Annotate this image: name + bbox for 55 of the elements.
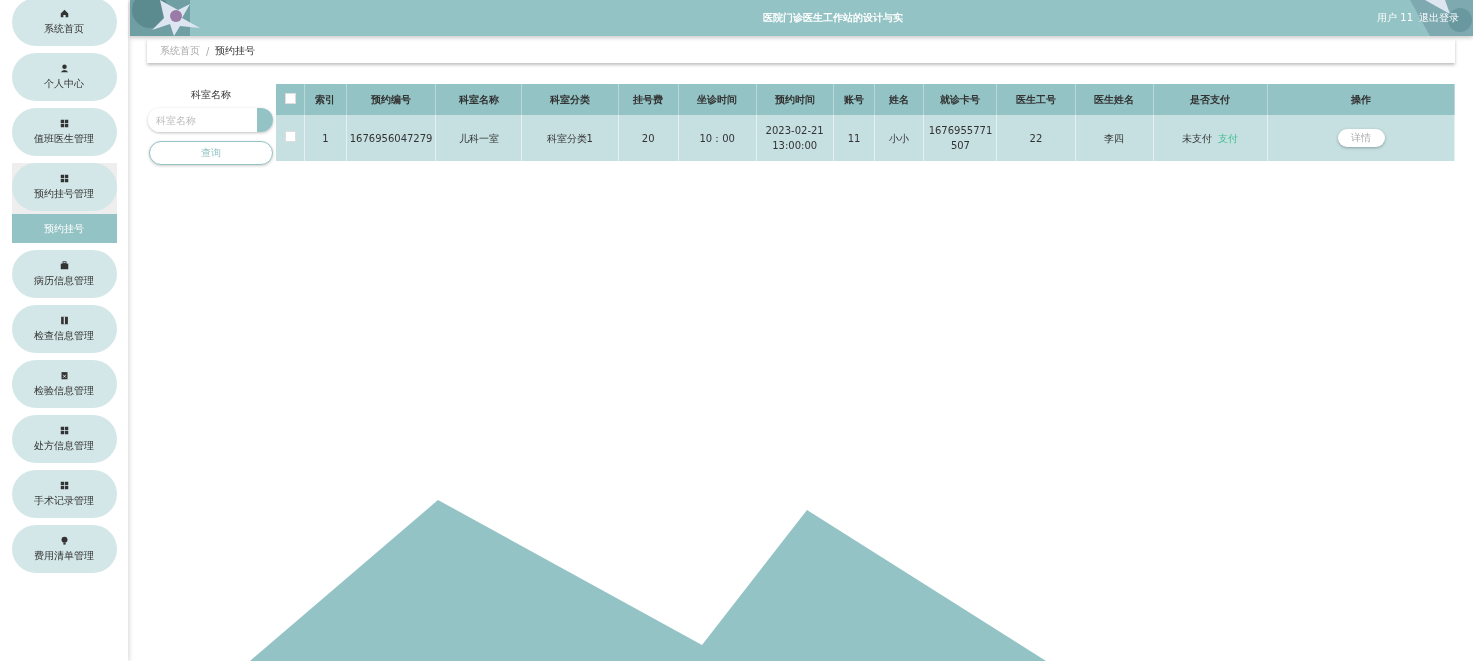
table-cell: 2023-02-21 13:00:00 (756, 115, 834, 161)
grid-icon (59, 425, 69, 435)
column-header: 操作 (1267, 84, 1455, 115)
sidebar-item[interactable]: 个人中心 (11, 53, 117, 101)
table-cell: 10：00 (678, 115, 757, 161)
breadcrumb-separator: / (206, 45, 210, 57)
column-header: 挂号费 (618, 84, 679, 115)
table-cell: 22 (996, 115, 1075, 161)
grid-icon (59, 173, 69, 183)
sidebar-item[interactable]: 处方信息管理 (11, 415, 117, 463)
column-header: 是否支付 (1153, 84, 1268, 115)
checkbox[interactable] (284, 130, 296, 142)
book-icon (59, 315, 69, 325)
sidebar-item[interactable]: 检验信息管理 (11, 360, 117, 408)
grid-icon (59, 118, 69, 128)
column-header: 坐诊时间 (678, 84, 757, 115)
sidebar-item[interactable]: 值班医生管理 (11, 108, 117, 156)
user-name: 用户 11 (1377, 11, 1413, 25)
home-icon (59, 8, 69, 18)
app-title: 医院门诊医生工作站的设计与实 (762, 11, 905, 25)
table-cell: 11 (833, 115, 875, 161)
table-cell: 儿科一室 (435, 115, 522, 161)
clipboard-icon (59, 370, 69, 380)
table-cell: 小小 (874, 115, 924, 161)
column-header: 医生姓名 (1075, 84, 1154, 115)
sidebar-item[interactable]: 检查信息管理 (11, 305, 117, 353)
column-header: 预约时间 (756, 84, 834, 115)
column-header: 科室名称 (435, 84, 522, 115)
sidebar-item[interactable]: 病历信息管理 (11, 250, 117, 298)
breadcrumb-current: 预约挂号 (215, 44, 256, 58)
sidebar-item[interactable]: 费用清单管理 (11, 525, 117, 573)
table-cell: 1676955771507 (923, 115, 997, 161)
grid-icon (59, 480, 69, 490)
table-cell: 1676956047279 (346, 115, 436, 161)
bulb-icon (59, 535, 69, 545)
field-label: 科室名称 (190, 88, 231, 102)
column-header: 医生工号 (996, 84, 1075, 115)
person-icon (59, 63, 69, 73)
table-cell: 李四 (1075, 115, 1154, 161)
column-header: 预约编号 (346, 84, 436, 115)
column-header: 姓名 (874, 84, 924, 115)
table-cell: 20 (618, 115, 679, 161)
column-header: 就诊卡号 (923, 84, 997, 115)
column-header: 账号 (833, 84, 875, 115)
sidebar-item[interactable]: 系统首页 (11, 0, 117, 46)
table-cell: 1 (304, 115, 347, 161)
checkbox[interactable] (284, 93, 296, 104)
column-header: 科室分类 (521, 84, 619, 115)
sidebar-item[interactable]: 手术记录管理 (11, 470, 117, 518)
sidebar-item[interactable]: 预约挂号管理 (11, 163, 117, 211)
briefcase-icon (59, 260, 69, 270)
payment-status: 未支付 (1182, 132, 1213, 144)
table-cell: 科室分类1 (521, 115, 619, 161)
search-field[interactable]: 科室名称 (148, 108, 273, 132)
column-header: 索引 (304, 84, 347, 115)
